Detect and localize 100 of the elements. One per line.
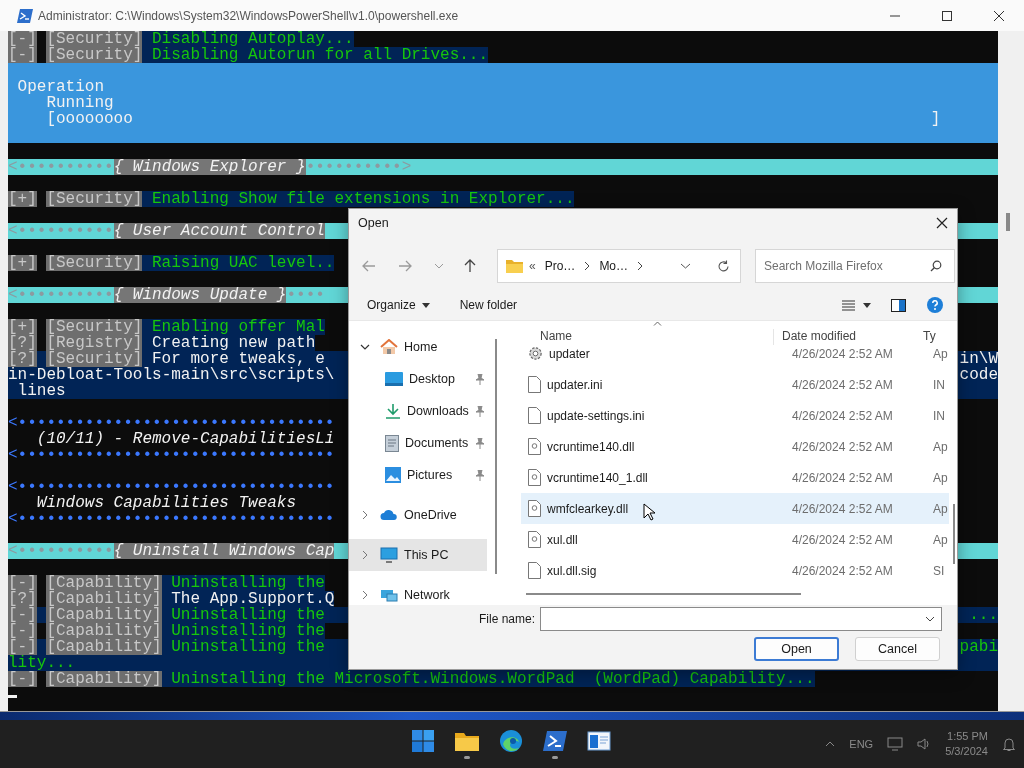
desktop-icon	[385, 372, 403, 386]
chevron-down-icon[interactable]	[680, 263, 691, 269]
status-marker: [+]	[8, 255, 37, 271]
category-tag: [Capability]	[46, 607, 162, 623]
gear-document-icon	[528, 469, 541, 486]
log-message: The App.Support.Q	[161, 591, 335, 607]
file-name: xul.dll	[547, 532, 578, 547]
path-segment[interactable]: Pro…	[541, 259, 579, 273]
clock-date[interactable]: 5/3/2024	[945, 744, 988, 759]
category-tag: [Security]	[46, 31, 143, 47]
category-tag: [Capability]	[46, 591, 162, 607]
file-type: Ap	[932, 501, 949, 516]
chevron-down-icon[interactable]	[360, 344, 370, 350]
folder-icon	[506, 259, 523, 273]
app-window-icon[interactable]	[587, 730, 611, 751]
browser-icon[interactable]	[499, 728, 523, 753]
close-icon[interactable]	[936, 216, 948, 229]
nav-item[interactable]: Downloads	[349, 395, 487, 427]
monitor-icon[interactable]	[887, 737, 904, 751]
nav-item[interactable]: Pictures	[349, 459, 487, 491]
scrollbar-thumb[interactable]	[526, 593, 801, 595]
chevron-right-icon[interactable]	[360, 510, 370, 520]
chevron-up-icon[interactable]	[825, 741, 836, 747]
file-row[interactable]: xul.dll.sig 4/26/2024 2:52 AM SI	[521, 555, 949, 586]
speaker-icon[interactable]	[917, 737, 932, 751]
banner-title: { Windows Update }	[113, 287, 287, 303]
organize-button[interactable]: Organize	[361, 294, 436, 316]
log-message: lity...	[8, 655, 76, 671]
category-tag: [Capability]	[46, 639, 162, 655]
dialog-button[interactable]: Open	[754, 637, 839, 661]
search-icon	[930, 260, 942, 272]
category-tag: [Security]	[46, 191, 143, 207]
category-tag: [Security]	[46, 255, 143, 271]
file-row[interactable]: vcruntime140_1.dll 4/26/2024 2:52 AM Ap	[521, 462, 949, 493]
forward-arrow-icon[interactable]	[398, 260, 412, 272]
language-indicator[interactable]: ENG	[849, 738, 874, 750]
chevron-right-icon[interactable]	[360, 590, 370, 600]
text-cursor	[8, 695, 17, 698]
nav-item[interactable]: OneDrive	[349, 499, 487, 531]
pin-icon[interactable]	[475, 373, 485, 385]
log-message: Raising UAC level..	[142, 255, 335, 271]
start-icon[interactable]	[411, 728, 435, 753]
terminal-icon[interactable]	[542, 729, 568, 752]
pin-icon[interactable]	[475, 405, 485, 417]
field-label: File name:	[479, 612, 535, 626]
refresh-icon[interactable]	[717, 259, 730, 273]
network-icon	[380, 587, 398, 603]
file-row[interactable]: wmfclearkey.dll 4/26/2024 2:52 AM Ap	[521, 493, 949, 524]
nav-item[interactable]: Documents	[349, 427, 487, 459]
close-icon[interactable]	[993, 9, 1005, 22]
path-segment[interactable]: Mo…	[596, 259, 632, 273]
file-type: SI	[932, 563, 946, 578]
progress-bar-end: ]	[929, 111, 942, 127]
back-arrow-icon[interactable]	[362, 260, 376, 272]
chevron-right-icon[interactable]	[584, 261, 591, 271]
file-type: IN	[932, 408, 946, 423]
nav-item[interactable]: Home	[349, 331, 487, 363]
column-header[interactable]: Ty	[917, 329, 939, 345]
file-row[interactable]: xul.dll 4/26/2024 2:52 AM Ap	[521, 524, 949, 555]
pin-icon[interactable]	[475, 469, 485, 481]
file-row[interactable]: update-settings.ini 4/26/2024 2:52 AM IN	[521, 400, 949, 431]
banner-dots: <••••••••••	[8, 543, 114, 559]
nav-item[interactable]: Network	[349, 579, 487, 605]
new-folder-button[interactable]: New folder	[453, 294, 524, 316]
search-field[interactable]: Search Mozilla Firefox	[755, 249, 955, 283]
category-tag: [Security]	[46, 351, 143, 367]
file-row[interactable]: vcruntime140.dll 4/26/2024 2:52 AM Ap	[521, 431, 949, 462]
dialog-title: Open	[358, 215, 389, 230]
scrollbar-thumb[interactable]	[1006, 213, 1010, 231]
dialog-button[interactable]: Cancel	[855, 637, 940, 661]
file-date: 4/26/2024 2:52 AM	[791, 470, 894, 485]
chevron-right-icon[interactable]	[637, 261, 644, 271]
nav-item[interactable]: This PC	[349, 539, 487, 571]
log-message: lines	[17, 383, 66, 399]
file-type: Ap	[932, 470, 949, 485]
list-view-icon[interactable]	[842, 299, 855, 311]
status-marker: [-]	[8, 607, 37, 623]
status-marker: [+]	[8, 191, 37, 207]
nav-item[interactable]: Desktop	[349, 363, 487, 395]
clock-time[interactable]: 1:55 PM	[947, 729, 988, 744]
chevron-down-icon[interactable]	[925, 616, 935, 622]
file-name: xul.dll.sig	[547, 563, 597, 578]
column-header[interactable]: Name	[511, 329, 773, 345]
maximize-icon[interactable]	[941, 9, 953, 22]
file-name-field[interactable]	[540, 607, 942, 631]
banner-dots: ••••••••••>	[305, 159, 412, 175]
column-header[interactable]: Date modified	[773, 329, 917, 345]
pin-icon[interactable]	[475, 437, 485, 449]
status-marker: [?]	[8, 335, 37, 351]
scrollbar-thumb[interactable]	[953, 504, 955, 564]
up-arrow-icon[interactable]	[464, 259, 476, 273]
log-message: pabi	[959, 639, 998, 655]
file-row[interactable]: updater 4/26/2024 2:52 AM Ap	[521, 345, 949, 369]
help-icon[interactable]	[927, 297, 943, 313]
address-bar[interactable]: « Pro… Mo…	[497, 249, 741, 283]
path-overflow[interactable]: «	[529, 259, 536, 273]
bell-icon[interactable]	[1002, 736, 1016, 752]
preview-pane-icon[interactable]	[891, 298, 906, 312]
file-row[interactable]: updater.ini 4/26/2024 2:52 AM IN	[521, 369, 949, 400]
status-marker: [?]	[8, 351, 37, 367]
